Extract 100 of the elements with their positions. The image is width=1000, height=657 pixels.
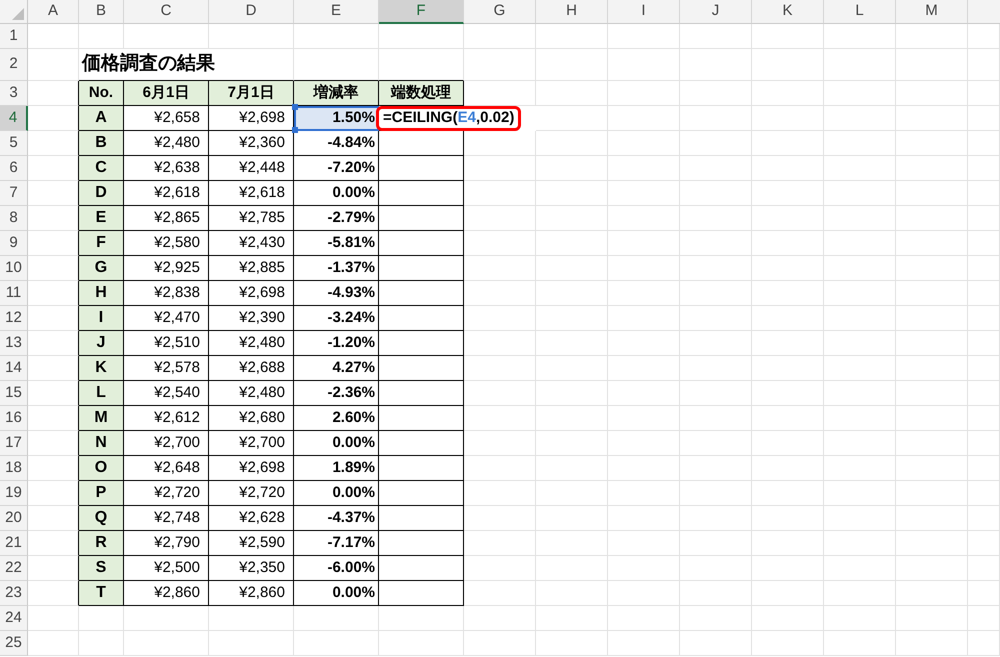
- table-cell: ¥2,430: [209, 231, 294, 256]
- empty-cell[interactable]: [379, 231, 464, 256]
- empty-cell[interactable]: [379, 356, 464, 381]
- column-header[interactable]: E: [294, 0, 379, 24]
- formula-input[interactable]: =CEILING(E4,0.02): [376, 106, 522, 131]
- table-cell: -3.24%: [294, 306, 379, 331]
- table-cell: T: [79, 581, 124, 606]
- table-cell: ¥2,628: [209, 506, 294, 531]
- empty-cell[interactable]: [379, 406, 464, 431]
- row-header[interactable]: 16: [0, 406, 28, 431]
- table-cell: J: [79, 331, 124, 356]
- table-cell: ¥2,510: [124, 331, 209, 356]
- column-header[interactable]: K: [752, 0, 824, 24]
- table-cell: N: [79, 431, 124, 456]
- row-header[interactable]: 7: [0, 181, 28, 206]
- table-cell: ¥2,480: [209, 381, 294, 406]
- row-header[interactable]: 20: [0, 506, 28, 531]
- table-cell: -5.81%: [294, 231, 379, 256]
- table-cell: -4.93%: [294, 281, 379, 306]
- column-header[interactable]: F: [379, 0, 464, 24]
- row-header[interactable]: 9: [0, 231, 28, 256]
- empty-cell[interactable]: [379, 306, 464, 331]
- column-header[interactable]: I: [608, 0, 680, 24]
- table-cell: 0.00%: [294, 481, 379, 506]
- row-header[interactable]: 6: [0, 156, 28, 181]
- table-cell: -1.37%: [294, 256, 379, 281]
- empty-cell[interactable]: [379, 256, 464, 281]
- row-header[interactable]: 25: [0, 631, 28, 656]
- empty-cell[interactable]: [379, 531, 464, 556]
- row-header[interactable]: 3: [0, 81, 28, 106]
- row-header[interactable]: 4: [0, 106, 28, 131]
- row-header[interactable]: 19: [0, 481, 28, 506]
- table-cell: ¥2,360: [209, 131, 294, 156]
- row-header[interactable]: 21: [0, 531, 28, 556]
- empty-cell[interactable]: [379, 556, 464, 581]
- empty-cell[interactable]: [379, 181, 464, 206]
- row-header[interactable]: 23: [0, 581, 28, 606]
- column-header[interactable]: B: [79, 0, 124, 24]
- table-cell: ¥2,540: [124, 381, 209, 406]
- table-cell: ¥2,480: [209, 331, 294, 356]
- empty-cell[interactable]: [379, 431, 464, 456]
- table-cell: ¥2,865: [124, 206, 209, 231]
- row-header[interactable]: 13: [0, 331, 28, 356]
- column-header[interactable]: G: [464, 0, 536, 24]
- row-header[interactable]: 2: [0, 49, 28, 81]
- table-cell: I: [79, 306, 124, 331]
- column-header[interactable]: C: [124, 0, 209, 24]
- row-header[interactable]: 14: [0, 356, 28, 381]
- empty-cell[interactable]: [379, 206, 464, 231]
- column-header[interactable]: M: [896, 0, 968, 24]
- row-header[interactable]: 8: [0, 206, 28, 231]
- table-cell: ¥2,470: [124, 306, 209, 331]
- column-header[interactable]: H: [536, 0, 608, 24]
- column-header[interactable]: J: [680, 0, 752, 24]
- row-header[interactable]: 18: [0, 456, 28, 481]
- column-header[interactable]: D: [209, 0, 294, 24]
- table-cell: 0.00%: [294, 181, 379, 206]
- table-cell: O: [79, 456, 124, 481]
- empty-cell[interactable]: [379, 581, 464, 606]
- table-cell: P: [79, 481, 124, 506]
- empty-cell[interactable]: [379, 381, 464, 406]
- column-header[interactable]: L: [824, 0, 896, 24]
- column-heading: 端数処理: [379, 81, 464, 106]
- column-heading: 7月1日: [209, 81, 294, 106]
- select-all-icon[interactable]: [12, 8, 24, 20]
- table-cell: ¥2,700: [209, 431, 294, 456]
- table-cell: ¥2,700: [124, 431, 209, 456]
- row-header[interactable]: 11: [0, 281, 28, 306]
- table-cell: ¥2,648: [124, 456, 209, 481]
- row-header[interactable]: 10: [0, 256, 28, 281]
- selection-handle[interactable]: [292, 104, 298, 110]
- empty-cell[interactable]: [379, 331, 464, 356]
- table-cell: ¥2,720: [124, 481, 209, 506]
- empty-cell[interactable]: [379, 281, 464, 306]
- table-cell: ¥2,618: [124, 181, 209, 206]
- table-cell: L: [79, 381, 124, 406]
- row-header[interactable]: 17: [0, 431, 28, 456]
- column-header[interactable]: A: [28, 0, 79, 24]
- table-cell: ¥2,860: [124, 581, 209, 606]
- row-header[interactable]: 12: [0, 306, 28, 331]
- table-cell: Q: [79, 506, 124, 531]
- table-cell: ¥2,580: [124, 231, 209, 256]
- empty-cell[interactable]: [379, 456, 464, 481]
- table-cell: 0.00%: [294, 581, 379, 606]
- row-header[interactable]: 1: [0, 24, 28, 49]
- table-cell: ¥2,658: [124, 106, 209, 131]
- selection-handle[interactable]: [292, 127, 298, 133]
- row-header[interactable]: 15: [0, 381, 28, 406]
- row-header[interactable]: 24: [0, 606, 28, 631]
- row-header[interactable]: 5: [0, 131, 28, 156]
- table-cell: -7.17%: [294, 531, 379, 556]
- empty-cell[interactable]: [379, 156, 464, 181]
- row-header[interactable]: 22: [0, 556, 28, 581]
- table-cell: -7.20%: [294, 156, 379, 181]
- table-cell: ¥2,925: [124, 256, 209, 281]
- table-cell: ¥2,448: [209, 156, 294, 181]
- empty-cell[interactable]: [379, 506, 464, 531]
- table-cell: ¥2,480: [124, 131, 209, 156]
- table-cell: ¥2,748: [124, 506, 209, 531]
- empty-cell[interactable]: [379, 481, 464, 506]
